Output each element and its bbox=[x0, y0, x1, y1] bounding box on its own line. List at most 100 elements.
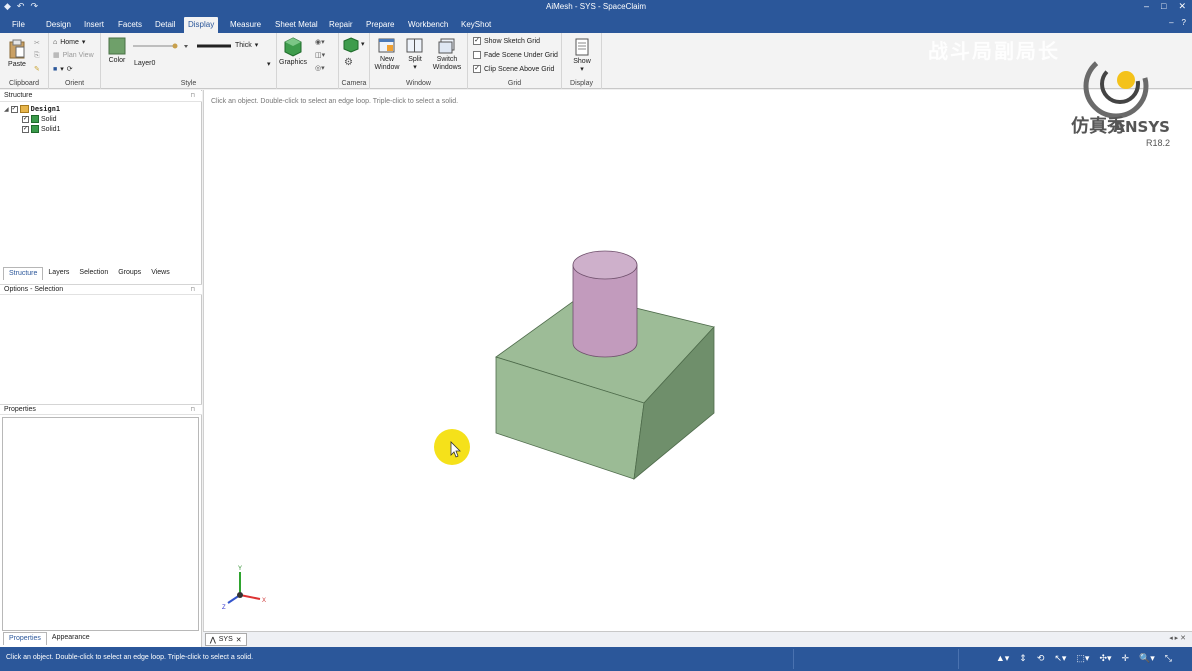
camera-cube-icon[interactable] bbox=[343, 37, 361, 53]
style-more-icon[interactable]: ▾ bbox=[267, 60, 271, 68]
zoom-icon[interactable]: 🔍▾ bbox=[1139, 653, 1155, 664]
home-button[interactable]: ⌂ Home ▾ bbox=[53, 38, 85, 47]
graphics-button[interactable]: Graphics bbox=[279, 37, 307, 67]
tab-design[interactable]: Design bbox=[42, 17, 75, 33]
show-sketch-grid-checkbox[interactable]: ✓ Show Sketch Grid bbox=[473, 37, 540, 45]
ribbon-body: 战斗局副局长 Paste ✂ ⎘ ✎ Clipboard ⌂ Home ▾ ▦ P… bbox=[0, 33, 1192, 89]
show-button[interactable]: Show ▾ bbox=[569, 38, 595, 74]
tab-sheet-metal[interactable]: Sheet Metal bbox=[271, 17, 322, 33]
properties-panel-header: Properties ⊓ bbox=[0, 404, 202, 415]
axis-z-label: Z bbox=[222, 605, 226, 611]
model-scene[interactable] bbox=[484, 245, 734, 485]
visibility-checkbox[interactable]: ✓ bbox=[10, 105, 18, 113]
color-button[interactable]: Color bbox=[106, 37, 128, 65]
document-tabs: ⋀ SYS ✕ ◂ ▸ ✕ bbox=[203, 631, 1192, 647]
rotate-icon[interactable]: ⟲ bbox=[1037, 653, 1045, 664]
pan-icon[interactable]: ✛ bbox=[1122, 653, 1130, 664]
pan-zoom-icon[interactable]: ⇕ bbox=[1019, 653, 1027, 664]
measure-icon[interactable]: ⤡ bbox=[1165, 653, 1172, 664]
line-weight-dropdown[interactable]: Thick ▾ bbox=[235, 41, 258, 50]
clip-scene-checkbox[interactable]: ✓ Clip Scene Above Grid bbox=[473, 65, 554, 73]
visibility-checkbox[interactable]: ✓ bbox=[22, 125, 29, 133]
box-select-icon[interactable]: ⬚▾ bbox=[1076, 653, 1089, 664]
3d-viewport[interactable]: Click an object. Double-click to select … bbox=[203, 53, 1192, 631]
line-style-dropdown[interactable] bbox=[133, 42, 189, 50]
tab-insert[interactable]: Insert bbox=[80, 17, 108, 33]
collapse-icon[interactable]: ◢ bbox=[4, 106, 9, 113]
tab-facets[interactable]: Facets bbox=[114, 17, 146, 33]
new-window-button[interactable]: New Window bbox=[373, 38, 401, 72]
tab-groups[interactable]: Groups bbox=[113, 267, 146, 280]
cylinder-top[interactable] bbox=[572, 250, 638, 280]
paste-button[interactable]: Paste bbox=[4, 39, 30, 69]
graphics-cube-icon bbox=[284, 37, 302, 57]
split-button[interactable]: Split ▾ bbox=[403, 38, 427, 72]
camera-settings-icon[interactable]: ⚙ bbox=[344, 57, 353, 68]
ribbon-right-controls: – ? bbox=[1169, 18, 1186, 27]
pin-icon[interactable]: ⊓ bbox=[190, 92, 195, 99]
structure-tabs: Structure Layers Selection Groups Views bbox=[3, 267, 175, 281]
visibility-checkbox[interactable]: ✓ bbox=[22, 115, 29, 123]
doc-tab-sys[interactable]: ⋀ SYS ✕ bbox=[205, 633, 247, 646]
group-label-camera: Camera bbox=[341, 80, 367, 87]
minimize-button[interactable]: – bbox=[1144, 1, 1149, 12]
lighting-icon[interactable]: ◎▾ bbox=[315, 64, 325, 72]
tab-appearance[interactable]: Appearance bbox=[47, 632, 95, 645]
axis-x-label: X bbox=[262, 598, 266, 604]
help-icon[interactable]: ? bbox=[1182, 18, 1186, 27]
ribbon-minimize-icon[interactable]: – bbox=[1169, 18, 1173, 27]
tab-file[interactable]: File bbox=[8, 17, 29, 33]
options-panel-header: Options - Selection ⊓ bbox=[0, 284, 202, 295]
plan-view-button[interactable]: ▦ Plan View bbox=[53, 51, 94, 60]
tree-item-solid[interactable]: ✓ Solid bbox=[4, 114, 60, 124]
window-controls: – □ ✕ bbox=[1144, 1, 1186, 12]
switch-windows-button[interactable]: Switch Windows bbox=[429, 38, 465, 72]
properties-tabs: Properties Appearance bbox=[3, 632, 95, 646]
pin-icon[interactable]: ⊓ bbox=[190, 406, 195, 413]
close-tab-icon[interactable]: ✕ bbox=[236, 636, 242, 644]
solid-icon bbox=[31, 115, 39, 123]
tab-repair[interactable]: Repair bbox=[325, 17, 357, 33]
tree-item-solid1[interactable]: ✓ Solid1 bbox=[4, 124, 60, 134]
edge-style-icon[interactable]: ◫▾ bbox=[315, 51, 325, 59]
tab-views[interactable]: Views bbox=[146, 267, 175, 280]
tree-item-design1[interactable]: ◢ ✓ Design1 bbox=[4, 104, 60, 114]
group-label-clipboard: Clipboard bbox=[9, 80, 39, 87]
copy-icon[interactable]: ⎘ bbox=[34, 52, 40, 60]
tab-detail[interactable]: Detail bbox=[151, 17, 179, 33]
format-painter-icon[interactable]: ✎ bbox=[34, 65, 40, 73]
tab-nav-icons[interactable]: ◂ ▸ ✕ bbox=[1169, 634, 1186, 642]
spin-view-icon[interactable]: ✣▾ bbox=[1099, 653, 1111, 664]
group-label-orient: Orient bbox=[64, 80, 85, 87]
title-bar: ◆ ↶ ↷ AiMesh - SYS - SpaceClaim – □ ✕ bbox=[0, 0, 1192, 14]
split-icon bbox=[406, 38, 423, 53]
group-label-style: Style bbox=[180, 80, 197, 87]
tab-display[interactable]: Display bbox=[184, 17, 219, 33]
group-label-grid: Grid bbox=[507, 80, 522, 87]
view-cube-button[interactable]: ■ ▾ ⟳ bbox=[53, 65, 73, 74]
spin-icon[interactable]: ⟳ bbox=[67, 65, 73, 73]
layer-selector[interactable]: Layer0 bbox=[134, 60, 155, 67]
maximize-button[interactable]: □ bbox=[1161, 1, 1166, 12]
tab-properties[interactable]: Properties bbox=[3, 632, 47, 645]
fade-scene-checkbox[interactable]: Fade Scene Under Grid bbox=[473, 51, 558, 59]
tab-workbench[interactable]: Workbench bbox=[404, 17, 452, 33]
tab-layers[interactable]: Layers bbox=[43, 267, 74, 280]
status-text: Click an object. Double-click to select … bbox=[6, 654, 254, 661]
tab-measure[interactable]: Measure bbox=[226, 17, 265, 33]
group-label-window: Window bbox=[406, 80, 431, 87]
triangle-warning-icon[interactable]: ▲▾ bbox=[996, 653, 1009, 664]
group-camera: ▾ ⚙ Camera bbox=[339, 33, 370, 89]
cut-icon[interactable]: ✂ bbox=[34, 39, 40, 47]
viewport-hint: Click an object. Double-click to select … bbox=[211, 98, 459, 105]
pin-icon[interactable]: ⊓ bbox=[190, 286, 195, 293]
tab-structure[interactable]: Structure bbox=[3, 267, 44, 280]
tab-prepare[interactable]: Prepare bbox=[362, 17, 398, 33]
group-display: Show ▾ Display bbox=[562, 33, 602, 89]
tab-selection[interactable]: Selection bbox=[74, 267, 113, 280]
group-grid: ✓ Show Sketch Grid Fade Scene Under Grid… bbox=[468, 33, 562, 89]
render-style-icon[interactable]: ◉▾ bbox=[315, 38, 325, 46]
select-arrow-icon[interactable]: ↖▾ bbox=[1054, 653, 1066, 664]
close-button[interactable]: ✕ bbox=[1178, 1, 1186, 12]
tab-keyshot[interactable]: KeyShot bbox=[457, 17, 495, 33]
